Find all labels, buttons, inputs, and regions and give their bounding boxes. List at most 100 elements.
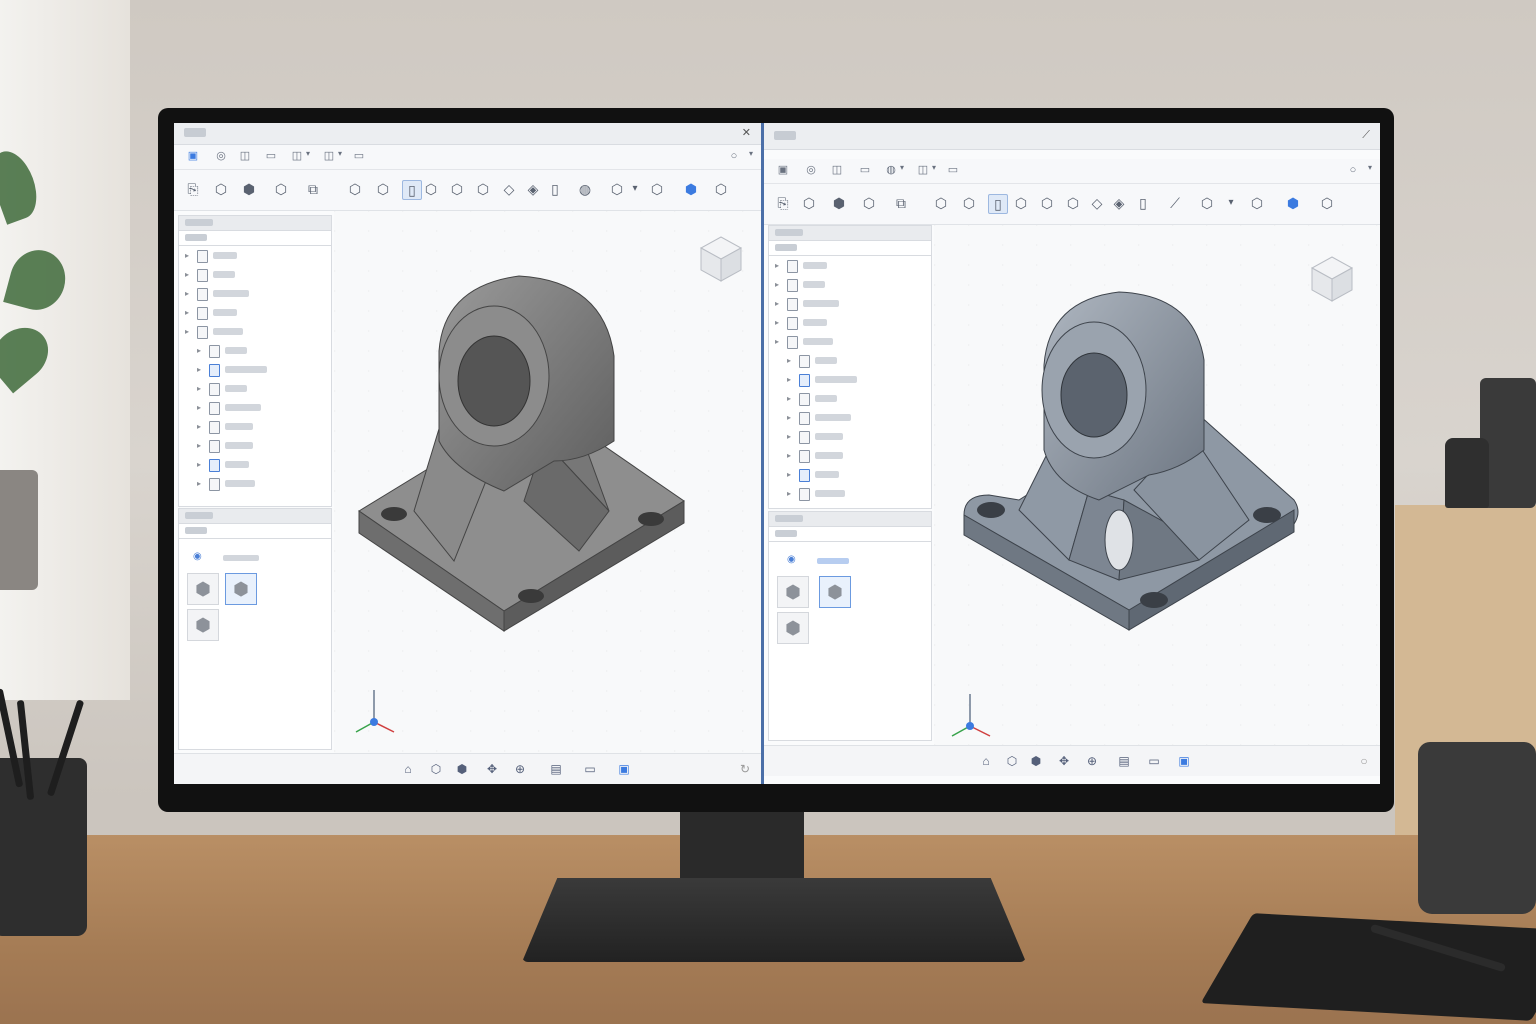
view-icon[interactable]: ◫: [238, 149, 252, 163]
cube-icon[interactable]: ⬡: [422, 180, 440, 198]
tree-item[interactable]: ▸: [185, 324, 325, 340]
tree-item[interactable]: ▸: [775, 486, 915, 502]
tree-item[interactable]: ▸: [185, 267, 325, 283]
tree-item[interactable]: ▸: [185, 305, 325, 321]
pan-icon[interactable]: ⊕: [512, 762, 528, 776]
chevron-right-icon[interactable]: ▸: [787, 413, 791, 422]
folder-icon[interactable]: ◫: [916, 163, 930, 177]
settings-icon[interactable]: ○: [1356, 754, 1372, 768]
cube-icon[interactable]: ⬡: [1004, 754, 1020, 768]
folder-icon[interactable]: ▭: [858, 163, 872, 177]
constraint-icon[interactable]: ▯: [988, 194, 1008, 214]
cube-icon[interactable]: ⬡: [1064, 194, 1082, 212]
folder-icon[interactable]: ◫: [830, 163, 844, 177]
chevron-down-icon[interactable]: ▾: [626, 180, 644, 198]
chevron-right-icon[interactable]: ▸: [197, 365, 201, 374]
cube-icon[interactable]: ⬡: [608, 180, 626, 198]
display-icon[interactable]: ▭: [1146, 754, 1162, 768]
document-icon[interactable]: ▣: [186, 149, 200, 163]
chevron-right-icon[interactable]: ▸: [787, 489, 791, 498]
cube-icon[interactable]: ⬡: [374, 180, 392, 198]
fillet-icon[interactable]: ◇: [500, 180, 518, 198]
tree-item[interactable]: ▸: [775, 429, 915, 445]
pin-icon[interactable]: ⟋: [1362, 129, 1370, 142]
library-item-selected[interactable]: ⬢: [819, 576, 851, 608]
tree-item[interactable]: ▸: [185, 457, 325, 473]
folder-icon[interactable]: ▭: [946, 163, 960, 177]
library-item[interactable]: ⬢: [777, 612, 809, 644]
cube-icon[interactable]: ⬡: [428, 762, 444, 776]
folder-icon[interactable]: ▭: [264, 149, 278, 163]
chevron-down-icon[interactable]: ▾: [932, 163, 936, 172]
chevron-down-icon[interactable]: ▾: [306, 149, 310, 158]
tree-item[interactable]: ▸: [185, 476, 325, 492]
tree-item[interactable]: ▸: [775, 334, 915, 350]
cube-icon[interactable]: ⬢: [1028, 754, 1044, 768]
tree-item[interactable]: ▸: [185, 400, 325, 416]
chevron-right-icon[interactable]: ▸: [197, 403, 201, 412]
clipboard-icon[interactable]: ▯: [546, 180, 564, 198]
chevron-right-icon[interactable]: ▸: [197, 346, 201, 355]
chevron-right-icon[interactable]: ▸: [185, 289, 189, 298]
extrude-icon[interactable]: ⬢: [830, 194, 848, 212]
tree-item[interactable]: ▸: [775, 296, 915, 312]
chevron-right-icon[interactable]: ▸: [787, 375, 791, 384]
tree-item[interactable]: ▸: [775, 391, 915, 407]
cube-icon[interactable]: ⬡: [960, 194, 978, 212]
settings-icon[interactable]: ○: [1346, 163, 1360, 177]
library-item[interactable]: ⬢: [187, 573, 219, 605]
close-icon[interactable]: ✕: [742, 126, 751, 139]
part-model-left[interactable]: [354, 271, 714, 671]
chamfer-icon[interactable]: ◈: [524, 180, 542, 198]
tree-item[interactable]: ▸: [185, 362, 325, 378]
pattern-icon[interactable]: ◍: [576, 180, 594, 198]
tree-item[interactable]: ▸: [775, 448, 915, 464]
blue-cube-icon[interactable]: ⬢: [1284, 194, 1302, 212]
display-icon[interactable]: ▭: [582, 762, 598, 776]
folder-icon[interactable]: ◫: [290, 149, 304, 163]
chevron-down-icon[interactable]: ▾: [338, 149, 342, 158]
chevron-right-icon[interactable]: ▸: [185, 270, 189, 279]
library-item[interactable]: ⬢: [777, 576, 809, 608]
shell-icon[interactable]: ⬡: [448, 180, 466, 198]
cube-icon[interactable]: ⬡: [474, 180, 492, 198]
home-view-icon[interactable]: ⌂: [978, 754, 994, 768]
cube-icon[interactable]: ⬡: [860, 194, 878, 212]
section-icon[interactable]: ▤: [1116, 754, 1132, 768]
home-view-icon[interactable]: ⌂: [400, 762, 416, 776]
chevron-right-icon[interactable]: ▸: [787, 356, 791, 365]
box-icon[interactable]: ⬡: [346, 180, 364, 198]
constraint-icon[interactable]: ▯: [402, 180, 422, 200]
cube-icon[interactable]: ⬡: [1012, 194, 1030, 212]
pattern-icon[interactable]: ⟋: [1166, 194, 1184, 212]
tree-item[interactable]: ▸: [775, 353, 915, 369]
fillet-icon[interactable]: ◇: [1088, 194, 1106, 212]
pan-icon[interactable]: ⊕: [1084, 754, 1100, 768]
chevron-right-icon[interactable]: ▸: [775, 280, 779, 289]
3d-viewport[interactable]: [334, 211, 761, 754]
tree-item[interactable]: ▸: [185, 419, 325, 435]
box-icon[interactable]: ⬡: [932, 194, 950, 212]
chevron-right-icon[interactable]: ▸: [787, 394, 791, 403]
chevron-right-icon[interactable]: ▸: [775, 337, 779, 346]
chevron-right-icon[interactable]: ▸: [787, 451, 791, 460]
view-icon[interactable]: ◎: [214, 149, 228, 163]
refresh-icon[interactable]: ↻: [737, 762, 753, 776]
orbit-icon[interactable]: ✥: [1056, 754, 1072, 768]
tree-item[interactable]: ▸: [185, 381, 325, 397]
chevron-right-icon[interactable]: ▸: [185, 327, 189, 336]
chevron-down-icon[interactable]: ▾: [749, 149, 753, 158]
chevron-down-icon[interactable]: ▾: [1368, 163, 1372, 172]
cube-icon[interactable]: ⬡: [1318, 194, 1336, 212]
chevron-right-icon[interactable]: ▸: [197, 479, 201, 488]
tree-item[interactable]: ▸: [185, 438, 325, 454]
chevron-right-icon[interactable]: ▸: [775, 318, 779, 327]
library-item-selected[interactable]: ⬢: [225, 573, 257, 605]
chevron-down-icon[interactable]: ▾: [900, 163, 904, 172]
section-icon[interactable]: ▤: [548, 762, 564, 776]
cube-icon[interactable]: ⬡: [1198, 194, 1216, 212]
chevron-right-icon[interactable]: ▸: [775, 261, 779, 270]
assembly-icon[interactable]: ⧉: [892, 194, 910, 212]
tree-item[interactable]: ▸: [185, 248, 325, 264]
library-item[interactable]: ⬢: [187, 609, 219, 641]
